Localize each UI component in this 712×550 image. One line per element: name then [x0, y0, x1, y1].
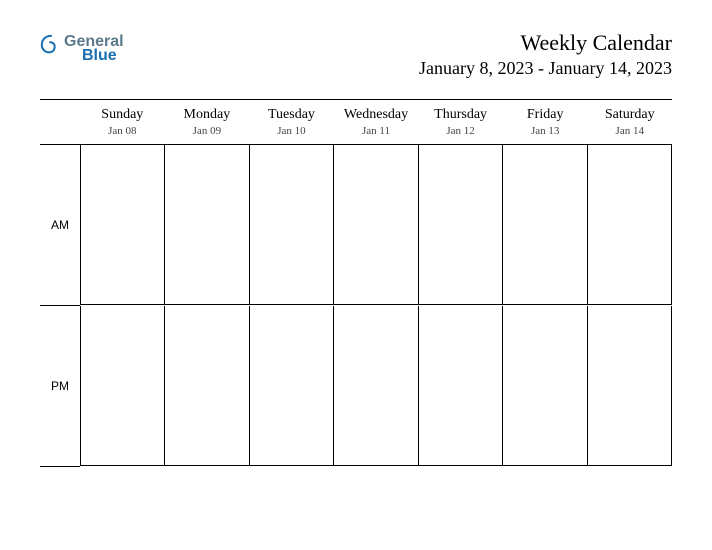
day-header: Sunday Jan 08 [80, 100, 165, 144]
day-header: Saturday Jan 14 [587, 100, 672, 144]
calendar-cell [503, 145, 587, 305]
day-date: Jan 09 [165, 125, 250, 137]
title-block: Weekly Calendar January 8, 2023 - Januar… [419, 30, 672, 79]
day-date: Jan 14 [587, 125, 672, 137]
day-name: Wednesday [334, 107, 419, 123]
brand-text: General Blue [64, 34, 124, 64]
calendar-cell [165, 306, 249, 466]
calendar-am-row: AM [40, 145, 672, 306]
calendar-cell [503, 306, 587, 466]
calendar-cell [419, 306, 503, 466]
calendar-header-row: Sunday Jan 08 Monday Jan 09 Tuesday Jan … [40, 99, 672, 145]
header-row: General Blue Weekly Calendar January 8, … [40, 30, 672, 79]
day-name: Monday [165, 107, 250, 123]
day-header: Friday Jan 13 [503, 100, 588, 144]
calendar-grid: Sunday Jan 08 Monday Jan 09 Tuesday Jan … [40, 99, 672, 467]
calendar-cell [334, 306, 418, 466]
day-header: Wednesday Jan 11 [334, 100, 419, 144]
page-title: Weekly Calendar [419, 30, 672, 56]
day-name: Thursday [418, 107, 503, 123]
brand-logo: General Blue [40, 30, 124, 64]
day-date: Jan 08 [80, 125, 165, 137]
calendar-cell [419, 145, 503, 305]
brand-word-2: Blue [64, 48, 124, 64]
calendar-cell [80, 145, 165, 305]
calendar-pm-row: PM [40, 306, 672, 467]
day-date: Jan 11 [334, 125, 419, 137]
time-label-am: AM [40, 145, 80, 306]
day-name: Sunday [80, 107, 165, 123]
calendar-cell [334, 145, 418, 305]
time-col-header [40, 100, 80, 144]
calendar-cell [80, 306, 165, 466]
date-range: January 8, 2023 - January 14, 2023 [419, 58, 672, 79]
calendar-cell [165, 145, 249, 305]
day-name: Friday [503, 107, 588, 123]
calendar-cell [250, 145, 334, 305]
day-date: Jan 12 [418, 125, 503, 137]
calendar-cell [588, 145, 672, 305]
day-name: Saturday [587, 107, 672, 123]
day-name: Tuesday [249, 107, 334, 123]
day-header: Thursday Jan 12 [418, 100, 503, 144]
time-label-pm: PM [40, 306, 80, 467]
calendar-cell [588, 306, 672, 466]
day-header: Monday Jan 09 [165, 100, 250, 144]
weekly-calendar-page: General Blue Weekly Calendar January 8, … [0, 0, 712, 550]
day-header: Tuesday Jan 10 [249, 100, 334, 144]
day-date: Jan 13 [503, 125, 588, 137]
swirl-icon [40, 34, 62, 56]
day-date: Jan 10 [249, 125, 334, 137]
calendar-cell [250, 306, 334, 466]
